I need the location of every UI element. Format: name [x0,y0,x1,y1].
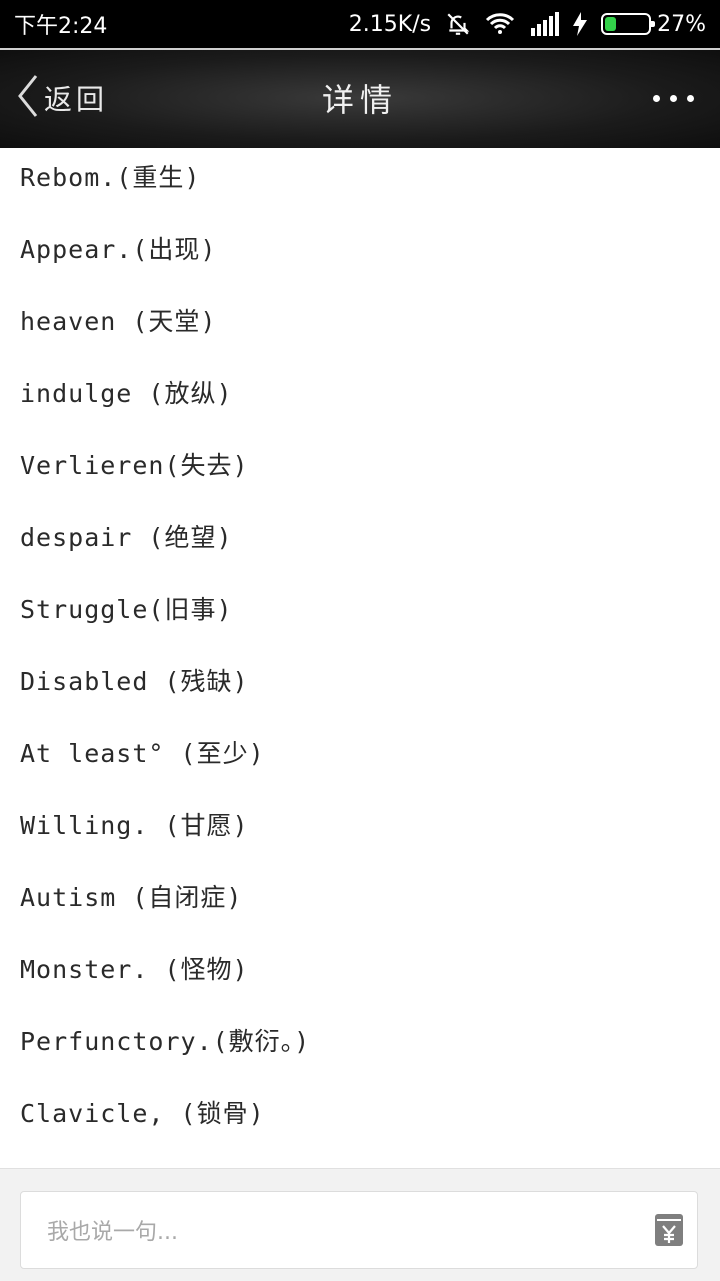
back-button[interactable]: 返回 [16,48,108,148]
text-line: Willing. (甘愿) [20,811,249,840]
back-label: 返回 [44,83,109,116]
status-time: 下午2:24 [14,14,108,39]
content-area: Rebom.(重生) Appear.(出现) heaven (天堂) indul… [0,148,720,1168]
more-button[interactable] [653,48,694,148]
text-line: indulge (放纵) [20,379,233,408]
text-line: heaven (天堂) [20,307,217,336]
text-line: Rebom.(重生) [20,163,201,192]
battery-percent: 27% [657,11,706,37]
yen-icon [655,1214,683,1246]
text-line: despair (绝望) [20,523,233,552]
text-line: Perfunctory.(敷衍。) [20,1027,311,1056]
text-line: Autism (自闭症) [20,883,243,912]
top-nav: 返回 详情 [0,48,720,148]
comment-input[interactable]: 我也说一句... [20,1191,698,1269]
chevron-left-icon [16,74,40,122]
bell-off-icon [445,11,471,37]
battery-fill [605,17,617,31]
status-right: 2.15K/s 27% [349,11,706,37]
charging-icon [573,12,588,36]
battery: 27% [601,12,706,37]
text-line: Struggle(旧事) [20,595,233,624]
more-dot [687,94,694,102]
signal-icon [529,12,560,36]
page-title: 详情 [321,81,398,119]
battery-icon [601,13,656,35]
reward-yen-button[interactable] [653,1212,685,1248]
status-bar: 下午2:24 2.15K/s 27% [0,0,720,48]
text-line: Appear.(出现) [20,235,217,264]
text-line: Verlieren(失去) [20,451,249,480]
more-dot [670,94,677,102]
status-left: 下午2:24 [14,8,107,40]
wifi-icon [485,12,515,36]
network-speed: 2.15K/s [348,11,432,37]
comment-bar: 我也说一句... [0,1168,720,1281]
text-line: Monster. (怪物) [20,955,249,984]
comment-placeholder: 我也说一句... [47,1220,178,1245]
more-dots-icon [653,94,660,102]
text-line: Clavicle, (锁骨) [20,1099,265,1128]
text-line: Disabled (残缺) [20,667,249,696]
text-line: At least° (至少) [20,739,265,768]
